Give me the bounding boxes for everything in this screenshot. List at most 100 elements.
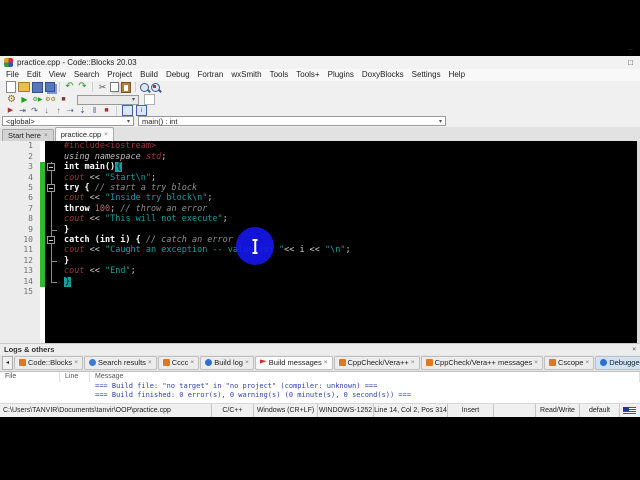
code-line[interactable]: 2 using namespace std; [0,152,640,162]
code-text: throw 100; // throw an error [58,204,640,214]
menu-item-edit[interactable]: Edit [23,70,45,79]
menu-item-build[interactable]: Build [136,70,162,79]
close-tab-icon[interactable]: × [148,359,152,366]
log-tab-debugger[interactable]: Debugger× [595,355,640,370]
code-editor[interactable]: 1 #include<iostream> 2 using namespace std;… [0,141,640,343]
cut-icon[interactable]: ✂ [97,82,108,93]
menu-item-help[interactable]: Help [445,70,469,79]
save-all-icon[interactable] [45,82,55,93]
run-icon[interactable]: ▶ [19,94,30,105]
break-debugger-icon[interactable]: ‖ [90,106,99,115]
close-tab-icon[interactable]: × [585,359,589,366]
log-tab-cccc[interactable]: Cccc × [157,355,200,370]
copy-icon[interactable] [110,82,119,93]
debugging-windows-icon[interactable] [122,105,133,117]
fold-collapse-icon[interactable] [47,163,55,172]
close-tab-icon[interactable]: × [245,359,249,366]
minimize-icon[interactable]: – [621,43,640,56]
code-line[interactable]: 13 cout << "End"; [0,266,640,277]
find-icon[interactable] [140,82,149,92]
menu-item-wxsmith[interactable]: wxSmith [227,70,265,79]
close-tab-icon[interactable]: × [324,359,328,366]
status-encoding: WINDOWS-1252 [318,404,374,418]
table-row[interactable]: === Build finished: 0 error(s), 0 warnin… [0,391,640,400]
scroll-tabs-left-icon[interactable]: ◂ [2,355,13,370]
step-out-icon[interactable]: ↑ [54,106,63,115]
maximize-icon[interactable]: □ [621,56,640,69]
various-info-icon[interactable]: i [136,105,147,117]
compiler-toolbar-icons: ⚙ ▶ ⚙▶ ⚙⚙ ■ [6,94,69,105]
line-number: 8 [28,214,33,224]
code-line[interactable]: 8 cout << "This will not execute"; [0,214,640,225]
rebuild-icon[interactable]: ⚙⚙ [45,94,56,105]
redo-icon[interactable]: ↷ [77,82,88,93]
replace-icon[interactable] [151,82,160,92]
menu-item-view[interactable]: View [45,70,70,79]
menu-item-fortran[interactable]: Fortran [194,70,228,79]
menu-item-tools[interactable]: Tools [266,70,293,79]
close-tab-icon[interactable]: × [534,359,538,366]
menu-item-doxyblocks[interactable]: DoxyBlocks [358,70,408,79]
editor-tab-start-here[interactable]: Start here × [2,129,54,142]
build-and-run-icon[interactable]: ⚙▶ [32,94,43,105]
close-tab-icon[interactable]: × [190,359,194,366]
code-line[interactable]: 14} [0,276,640,287]
step-into-icon[interactable]: ↓ [42,106,51,115]
code-line[interactable]: 12} [0,255,640,267]
code-line[interactable]: 9} [0,224,640,235]
symbol-combo[interactable]: main() : int ▾ [138,116,446,127]
log-tab-cscope[interactable]: Cscope × [543,355,595,370]
code-line[interactable]: 6 cout << "Inside try block\n"; [0,193,640,204]
close-tab-icon[interactable]: × [44,132,48,139]
log-tab-code-blocks[interactable]: Code::Blocks × [14,355,83,370]
fold-cell [45,266,58,277]
close-tab-icon[interactable]: × [74,359,78,366]
undo-icon[interactable]: ↶ [64,82,75,93]
open-file-icon[interactable] [18,82,30,93]
code-line[interactable]: 3 int main(){ [0,162,640,173]
next-line-icon[interactable]: ↷ [30,106,39,115]
build-icon[interactable]: ⚙ [6,94,17,105]
log-tab-cppcheck-vera[interactable]: CppCheck/Vera++ × [333,355,420,370]
code-line[interactable]: 5 try { // start a try block [0,182,640,194]
stop-debugger-icon[interactable]: ■ [102,106,111,115]
run-to-cursor-icon[interactable]: ⇥ [18,106,27,115]
save-icon[interactable] [32,81,43,93]
log-tab-build-messages[interactable]: Build messages × [254,355,333,370]
step-into-instruction-icon[interactable]: ⇣ [78,106,87,115]
new-file-icon[interactable] [6,81,16,94]
abort-build-icon[interactable]: ■ [58,94,69,105]
code-line[interactable]: 10 catch (int i) { // catch an error [0,234,640,246]
code-line[interactable]: 15 [0,287,640,297]
code-token: throw [64,203,95,214]
target-options-icon[interactable] [144,94,155,106]
fold-collapse-icon[interactable] [47,236,55,245]
code-line[interactable]: 4 cout << "Start\n"; [0,172,640,183]
table-row[interactable]: === Build file: "no target" in "no proje… [0,382,640,391]
code-token: ; [222,214,228,225]
menu-item-tools[interactable]: Tools+ [292,70,323,79]
code-line[interactable]: 7 throw 100; // throw an error [0,203,640,215]
log-tab-cppcheck-vera-messages[interactable]: CppCheck/Vera++ messages × [420,355,543,370]
next-instruction-icon[interactable]: ⇢ [66,106,75,115]
close-logs-icon[interactable]: × [632,346,636,353]
close-tab-icon[interactable]: × [411,359,415,366]
close-tab-icon[interactable]: × [104,131,108,138]
chevron-down-icon: ▾ [438,118,442,125]
log-tab-build-log[interactable]: Build log × [200,355,254,370]
editor-tab-practice-cpp[interactable]: practice.cpp × [54,127,114,142]
menu-item-plugins[interactable]: Plugins [324,70,358,79]
debug-continue-icon[interactable]: ▶ [6,106,15,115]
code-line[interactable]: 11 cout << "Caught an exception -- value … [0,245,640,256]
paste-icon[interactable] [121,81,131,93]
menu-item-project[interactable]: Project [103,70,136,79]
menu-item-debug[interactable]: Debug [162,70,194,79]
scope-combo[interactable]: <global> ▾ [2,116,134,127]
build-target-combo[interactable]: ▾ [77,94,139,105]
menu-item-file[interactable]: File [2,70,23,79]
menu-item-settings[interactable]: Settings [408,70,445,79]
fold-collapse-icon[interactable] [47,184,55,193]
log-tab-search-results[interactable]: Search results × [83,355,157,370]
code-line[interactable]: 1 #include<iostream> [0,141,640,151]
menu-item-search[interactable]: Search [70,70,103,79]
